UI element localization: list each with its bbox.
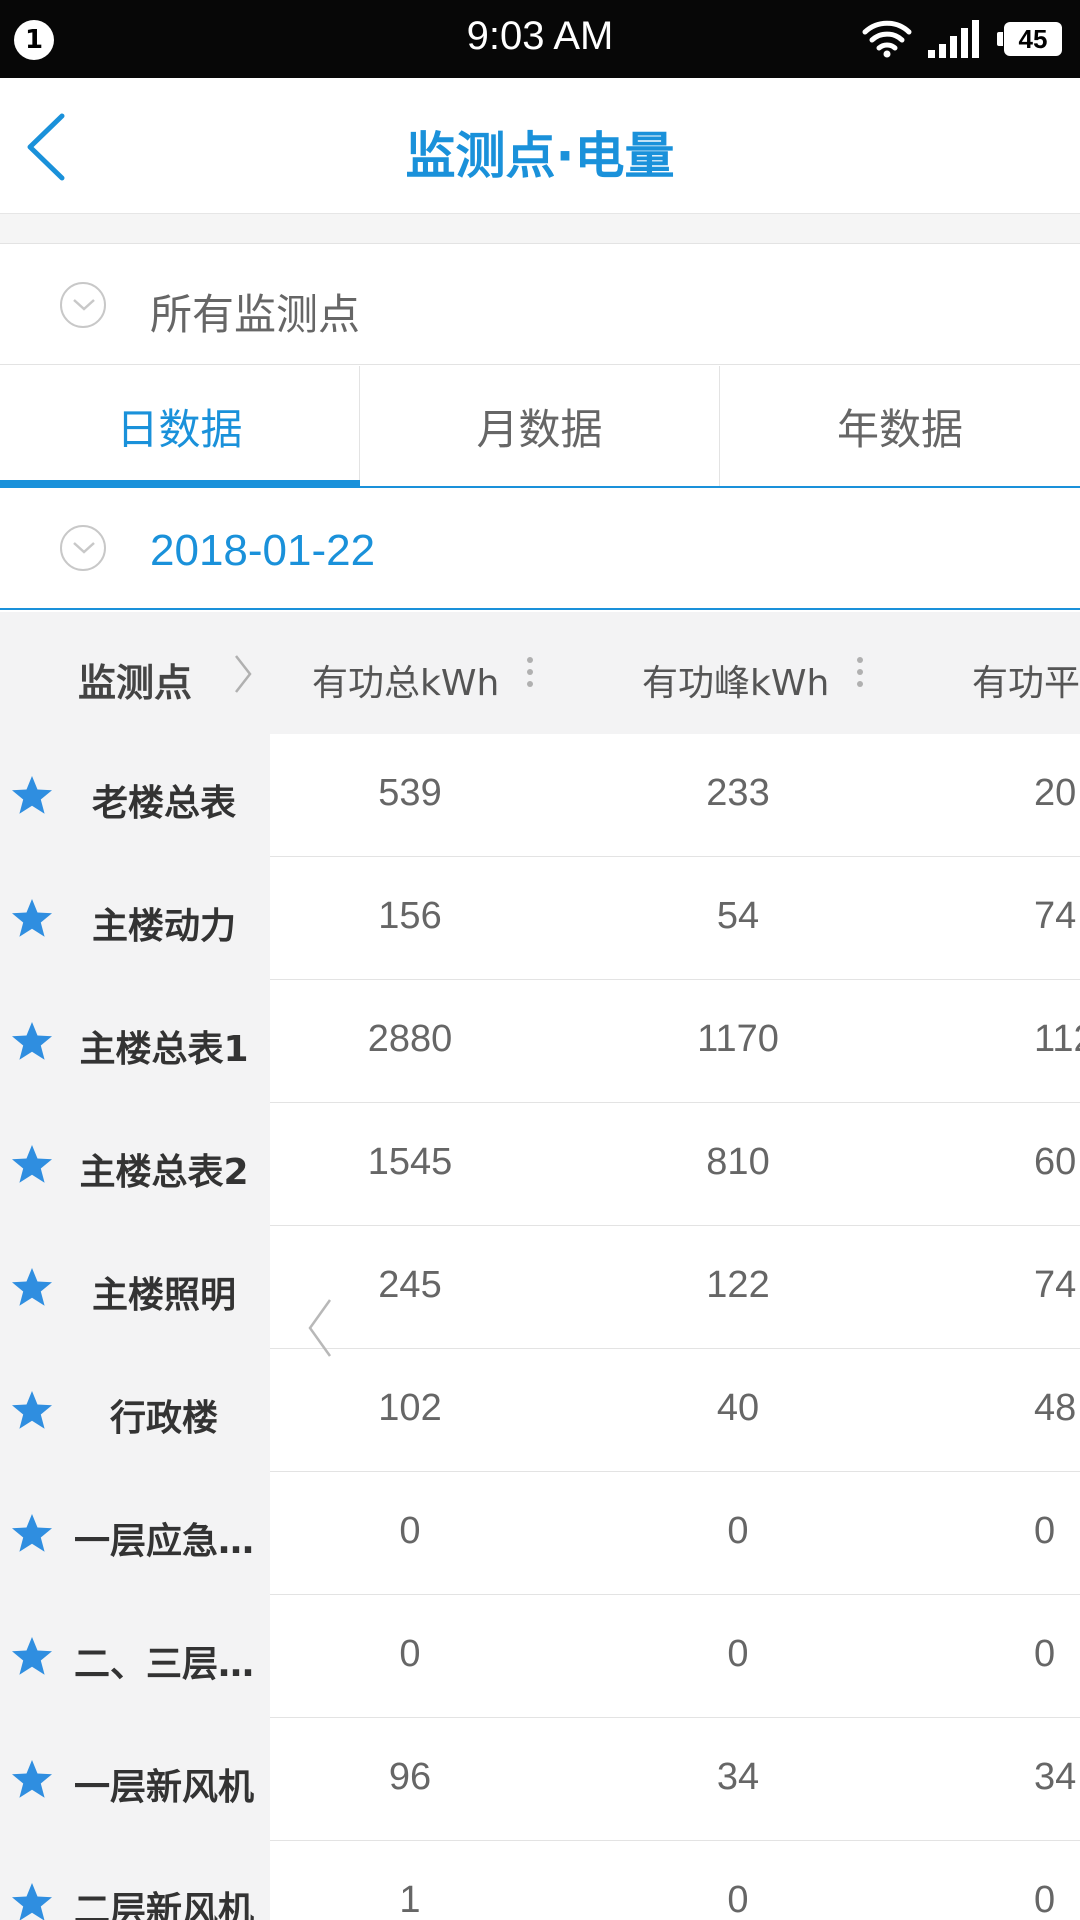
station-name: 老楼总表: [91, 783, 236, 824]
tab-monthly[interactable]: 月数据: [360, 366, 720, 486]
battery-indicator: 45: [997, 22, 1062, 56]
table-row[interactable]: 一层新风机 96 34 34: [0, 1718, 1080, 1841]
station-filter[interactable]: 所有监测点: [0, 245, 1080, 365]
star-icon[interactable]: [10, 1635, 54, 1677]
value-total: 156: [378, 895, 442, 937]
star-icon[interactable]: [10, 897, 54, 939]
section-gap: [0, 214, 1080, 244]
more-vertical-icon[interactable]: [856, 654, 864, 690]
value-peak: 0: [727, 1510, 749, 1552]
chevron-right-icon[interactable]: [232, 652, 254, 696]
star-icon[interactable]: [10, 1389, 54, 1431]
value-peak: 233: [706, 772, 770, 814]
value-total: 96: [388, 1756, 432, 1798]
status-bar: 1 9:03 AM 45: [0, 0, 1080, 78]
star-icon[interactable]: [10, 1881, 54, 1920]
chevron-down-icon: [60, 282, 106, 328]
value-total: 0: [399, 1633, 421, 1675]
value-total: 539: [378, 772, 442, 814]
chevron-left-icon[interactable]: [306, 1296, 334, 1360]
table-row[interactable]: 行政楼 102 40 48: [0, 1349, 1080, 1472]
value-flat: 20: [1034, 772, 1077, 814]
value-flat: 0: [1034, 1510, 1056, 1552]
more-vertical-icon[interactable]: [526, 654, 534, 690]
table-row[interactable]: 主楼动力 156 54 74: [0, 857, 1080, 980]
value-flat: 0: [1034, 1879, 1056, 1920]
star-icon[interactable]: [10, 1143, 54, 1185]
date-picker[interactable]: 2018-01-22: [0, 488, 1080, 610]
table-header: 监测点 有功总kWh 有功峰kWh 有功平: [0, 612, 1080, 734]
station-name: 主楼总表2: [79, 1152, 249, 1193]
station-name: 主楼总表1: [79, 1029, 249, 1070]
star-icon[interactable]: [10, 1758, 54, 1800]
table-row[interactable]: 一层应急… 0 0 0: [0, 1472, 1080, 1595]
station-name: 一层新风机: [73, 1767, 254, 1808]
column-header-peak[interactable]: 有功峰kWh: [642, 654, 829, 706]
station-column-header[interactable]: 监测点: [78, 652, 192, 707]
value-peak: 54: [716, 895, 760, 937]
date-value: 2018-01-22: [150, 526, 376, 575]
value-total: 0: [399, 1510, 421, 1552]
value-total: 1545: [367, 1141, 453, 1183]
star-icon[interactable]: [10, 1020, 54, 1062]
value-peak: 0: [727, 1633, 749, 1675]
station-name: 主楼动力: [91, 906, 236, 947]
value-total: 1: [399, 1879, 421, 1920]
station-name: 二层新风机: [73, 1890, 254, 1920]
value-flat: 74: [1034, 895, 1077, 937]
value-peak: 40: [716, 1387, 760, 1429]
table-row[interactable]: 主楼总表2 1545 810 60: [0, 1103, 1080, 1226]
value-flat: 0: [1034, 1633, 1056, 1675]
chevron-down-icon: [60, 525, 106, 571]
star-icon[interactable]: [10, 774, 54, 816]
table-row[interactable]: 二层新风机 1 0 0: [0, 1841, 1080, 1920]
nav-bar: 监测点·电量: [0, 78, 1080, 214]
value-peak: 0: [727, 1879, 749, 1920]
table-row[interactable]: 二、三层… 0 0 0: [0, 1595, 1080, 1718]
value-peak: 122: [706, 1264, 770, 1306]
station-name: 行政楼: [109, 1398, 218, 1439]
value-flat: 34: [1034, 1756, 1077, 1798]
table-row[interactable]: 老楼总表 539 233 20: [0, 734, 1080, 857]
period-tabs: 日数据 月数据 年数据: [0, 366, 1080, 488]
station-name: 一层应急…: [73, 1521, 254, 1562]
value-total: 2880: [367, 1018, 453, 1060]
tab-yearly[interactable]: 年数据: [720, 366, 1080, 486]
table-row[interactable]: 主楼总表1 2880 1170 112: [0, 980, 1080, 1103]
station-filter-value: 所有监测点: [150, 290, 361, 339]
station-name: 主楼照明: [91, 1275, 236, 1316]
tab-daily[interactable]: 日数据: [0, 366, 360, 488]
column-header-flat[interactable]: 有功平: [972, 654, 1080, 706]
value-peak: 1170: [697, 1018, 779, 1060]
value-flat: 60: [1034, 1141, 1077, 1183]
value-total: 102: [378, 1387, 442, 1429]
star-icon[interactable]: [10, 1266, 54, 1308]
wifi-icon: [862, 20, 912, 58]
page-title: 监测点·电量: [405, 127, 675, 185]
star-icon[interactable]: [10, 1512, 54, 1554]
station-name: 二、三层…: [73, 1644, 254, 1685]
column-header-total[interactable]: 有功总kWh: [312, 654, 499, 706]
value-peak: 810: [706, 1141, 770, 1183]
status-time: 9:03 AM: [466, 14, 614, 58]
table-row[interactable]: 主楼照明 245 122 74: [0, 1226, 1080, 1349]
value-flat: 112: [1034, 1018, 1080, 1060]
value-flat: 74: [1034, 1264, 1077, 1306]
signal-icon: [928, 20, 979, 58]
value-peak: 34: [716, 1756, 760, 1798]
value-flat: 48: [1034, 1387, 1077, 1429]
